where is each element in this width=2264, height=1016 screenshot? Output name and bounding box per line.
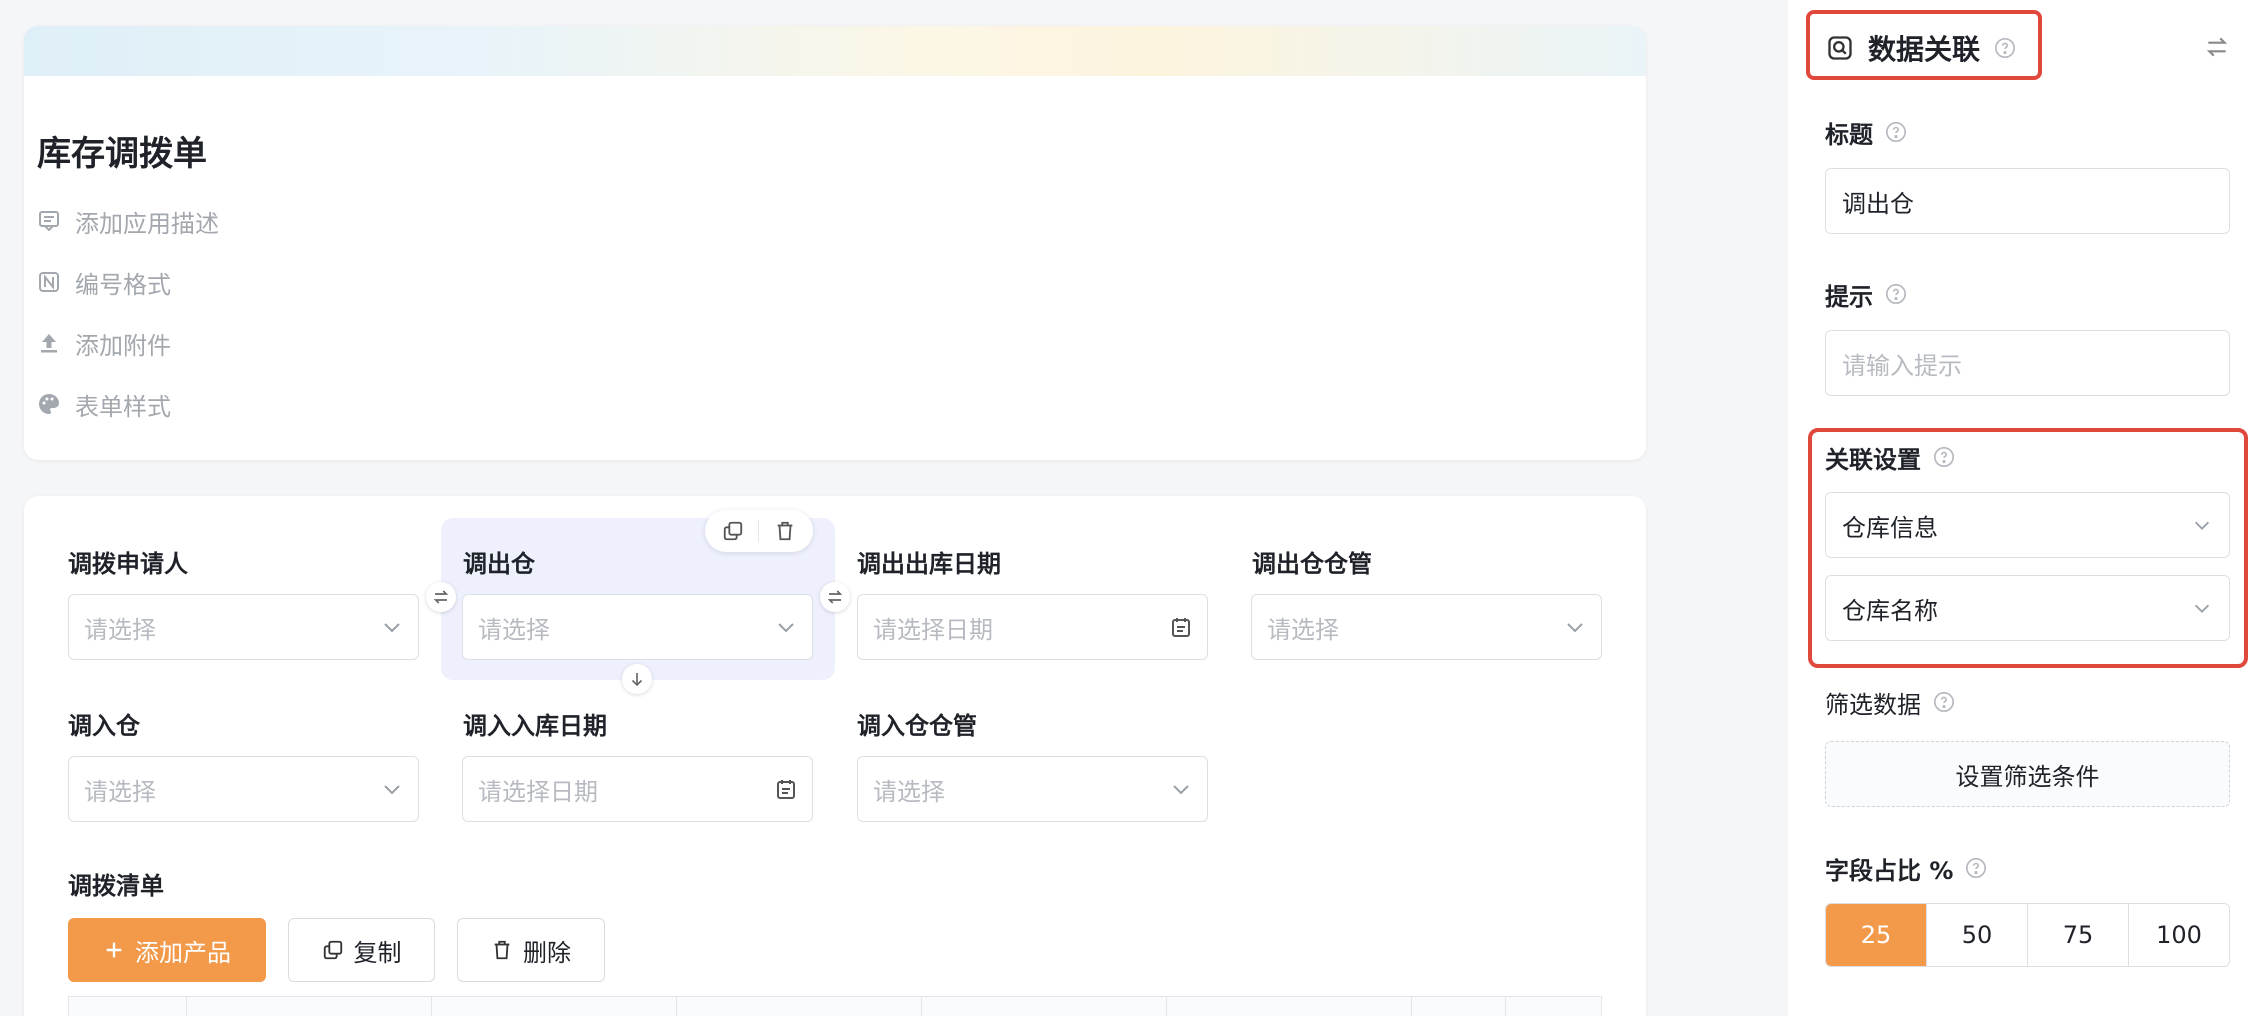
chevron-down-icon xyxy=(774,615,798,639)
number-format-link[interactable]: 编号格式 xyxy=(37,264,171,300)
meta-label: 编号格式 xyxy=(75,270,171,299)
switch-field-type-icon[interactable] xyxy=(2204,34,2230,60)
field-label-outbound-keeper: 调出仓仓管 xyxy=(1252,550,1372,578)
chevron-down-icon xyxy=(2191,597,2213,619)
field-label-inbound-warehouse: 调入仓 xyxy=(68,712,140,740)
hint-prop-label: 提示 xyxy=(1825,278,1907,311)
chevron-down-icon xyxy=(380,777,404,801)
field-label-inbound-keeper: 调入仓仓管 xyxy=(857,712,977,740)
assoc-field-select[interactable]: 仓库名称 xyxy=(1825,575,2230,641)
header-banner xyxy=(24,26,1646,76)
hint-input[interactable]: 请输入提示 xyxy=(1825,330,2230,396)
ratio-segmented-control: 25 50 75 100 xyxy=(1825,903,2230,967)
ratio-option-50[interactable]: 50 xyxy=(1927,904,2028,966)
panel-title: 数据关联 xyxy=(1826,28,2016,68)
applicant-select[interactable]: 请选择 xyxy=(68,594,419,660)
form-header-card xyxy=(24,26,1646,460)
add-attachment-link[interactable]: 添加附件 xyxy=(37,325,171,361)
outbound-date-picker[interactable]: 请选择日期 xyxy=(857,594,1208,660)
copy-icon xyxy=(322,939,344,961)
ratio-option-25[interactable]: 25 xyxy=(1826,904,1927,966)
form-style-link[interactable]: 表单样式 xyxy=(37,386,171,422)
inbound-date-picker[interactable]: 请选择日期 xyxy=(462,756,813,822)
meta-label: 表单样式 xyxy=(75,392,171,421)
palette-icon xyxy=(37,392,61,416)
ratio-prop-label: 字段占比 % xyxy=(1825,852,1987,885)
assoc-form-select[interactable]: 仓库信息 xyxy=(1825,492,2230,558)
inbound-keeper-select[interactable]: 请选择 xyxy=(857,756,1208,822)
ratio-option-75[interactable]: 75 xyxy=(2028,904,2129,966)
swap-arrows-icon[interactable] xyxy=(426,582,456,612)
plus-icon xyxy=(103,939,125,961)
chevron-down-icon xyxy=(380,615,404,639)
filter-prop-label: 筛选数据 xyxy=(1825,686,1955,719)
copy-rows-button[interactable]: 复制 xyxy=(288,918,435,982)
data-link-icon xyxy=(1826,34,1854,62)
help-icon[interactable] xyxy=(1885,283,1907,305)
meta-label: 添加应用描述 xyxy=(75,209,219,238)
field-label-inbound-date: 调入入库日期 xyxy=(463,712,607,740)
chevron-down-icon xyxy=(1563,615,1587,639)
set-filter-button[interactable]: 设置筛选条件 xyxy=(1825,741,2230,807)
title-prop-label: 标题 xyxy=(1825,116,1907,149)
title-input[interactable]: 调出仓 xyxy=(1825,168,2230,234)
delete-field-icon[interactable] xyxy=(774,520,796,542)
field-toolbar xyxy=(705,510,813,552)
comment-icon xyxy=(37,209,61,233)
add-product-button[interactable]: 添加产品 xyxy=(68,918,266,982)
field-label-outbound-warehouse: 调出仓 xyxy=(463,550,535,578)
outbound-keeper-select[interactable]: 请选择 xyxy=(1251,594,1602,660)
outbound-warehouse-select[interactable]: 请选择 xyxy=(462,594,813,660)
assoc-prop-label: 关联设置 xyxy=(1825,441,1955,474)
field-label-outbound-date: 调出出库日期 xyxy=(857,550,1001,578)
help-icon[interactable] xyxy=(1933,691,1955,713)
ratio-option-100[interactable]: 100 xyxy=(2129,904,2229,966)
calendar-icon xyxy=(1169,615,1193,639)
arrow-down-icon[interactable] xyxy=(622,664,652,694)
meta-label: 添加附件 xyxy=(75,331,171,360)
field-label-applicant: 调拨申请人 xyxy=(68,550,188,578)
help-icon[interactable] xyxy=(1965,857,1987,879)
inbound-warehouse-select[interactable]: 请选择 xyxy=(68,756,419,822)
help-icon[interactable] xyxy=(1933,446,1955,468)
subtable-header xyxy=(68,996,1602,1016)
form-title[interactable]: 库存调拨单 xyxy=(37,126,207,175)
number-format-icon xyxy=(37,270,61,294)
copy-field-icon[interactable] xyxy=(722,520,744,542)
help-icon[interactable] xyxy=(1885,121,1907,143)
swap-arrows-icon[interactable] xyxy=(820,582,850,612)
upload-icon xyxy=(37,331,61,355)
help-icon[interactable] xyxy=(1994,37,2016,59)
delete-rows-button[interactable]: 删除 xyxy=(457,918,605,982)
chevron-down-icon xyxy=(1169,777,1193,801)
chevron-down-icon xyxy=(2191,514,2213,536)
subtable-label: 调拨清单 xyxy=(68,872,164,900)
add-description-link[interactable]: 添加应用描述 xyxy=(37,203,219,239)
trash-icon xyxy=(491,939,513,961)
calendar-icon xyxy=(774,777,798,801)
